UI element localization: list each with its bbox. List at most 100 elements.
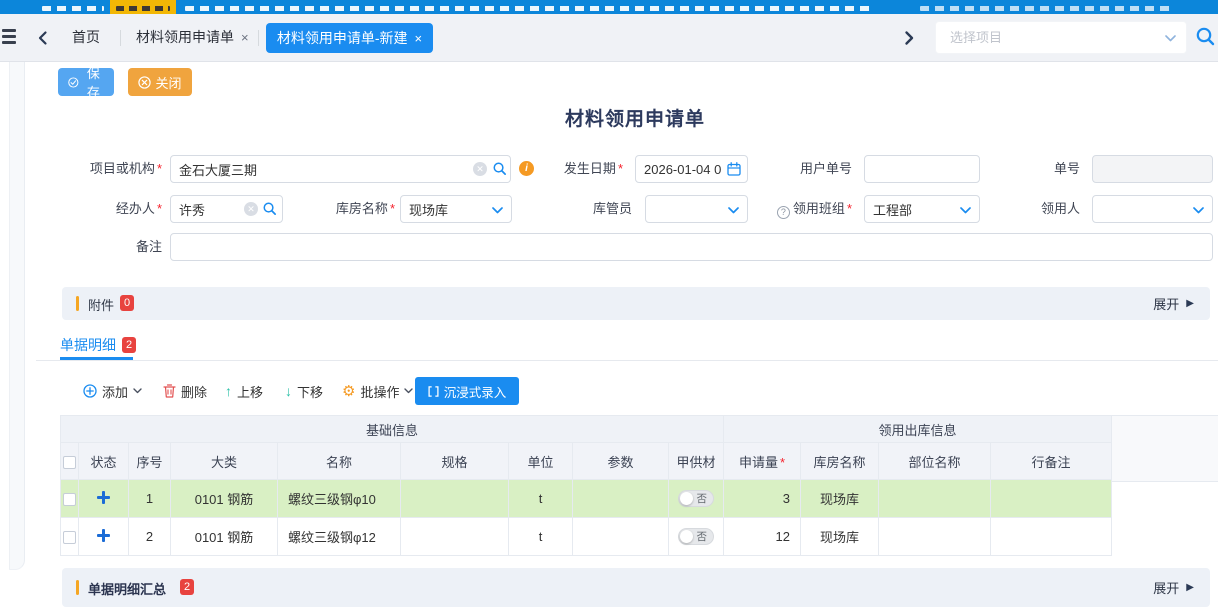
col-header-name: 名称 — [278, 443, 401, 480]
add-button-label: 添加 — [102, 382, 128, 401]
col-header-status: 状态 — [79, 443, 129, 480]
toggle-label: 否 — [697, 492, 708, 506]
col-header-seq: 序号 — [129, 443, 171, 480]
grid-column-header-row: 状态 序号 大类 名称 规格 单位 参数 甲供材 申请量* 库房名称 部位名称 … — [61, 443, 1112, 480]
attachments-section: 附件 0 展开 ▶ — [62, 287, 1210, 320]
immersive-entry-label: 沉浸式录入 — [444, 382, 507, 401]
col-header-row-remark: 行备注 — [991, 443, 1112, 480]
tab-detail-label: 单据明细 — [60, 335, 116, 355]
chevron-down-icon — [1193, 207, 1204, 214]
expand-label: 展开 — [1153, 294, 1179, 313]
remark-input[interactable] — [170, 233, 1213, 261]
plus-status-icon[interactable] — [97, 491, 110, 504]
doc-no-input — [1092, 155, 1213, 183]
move-down-label: 下移 — [297, 382, 323, 401]
immersive-entry-button[interactable]: 沉浸式录入 — [415, 377, 519, 405]
keeper-select[interactable] — [645, 195, 748, 223]
tab-close-icon[interactable]: × — [241, 30, 249, 45]
toggle-knob — [680, 492, 693, 505]
attachments-expand-button[interactable]: 展开 ▶ — [1153, 287, 1194, 320]
cell-warehouse: 现场库 — [801, 480, 879, 518]
save-button-label: 保存 — [83, 63, 104, 101]
row-checkbox[interactable] — [63, 493, 76, 506]
row-select-cell — [61, 480, 79, 518]
delete-button-label: 删除 — [181, 382, 207, 401]
move-down-button[interactable]: ↓ 下移 — [285, 377, 323, 405]
clear-icon[interactable]: ✕ — [244, 202, 258, 216]
user-no-input[interactable] — [864, 155, 980, 183]
col-header-param: 参数 — [573, 443, 669, 480]
section-accent-bar — [76, 580, 79, 595]
cell-unit: t — [509, 480, 573, 518]
date-label: 发生日期* — [545, 155, 623, 183]
tab-material-requisition-list[interactable]: 材料领用申请单 × — [136, 14, 249, 61]
menubar-clipped-text — [920, 6, 1170, 11]
close-button[interactable]: 关闭 — [128, 68, 192, 96]
menubar-highlighted-item[interactable] — [110, 0, 176, 14]
summary-expand-button[interactable]: 展开 ▶ — [1153, 568, 1194, 607]
row-status-cell — [79, 518, 129, 556]
clear-icon[interactable]: ✕ — [473, 162, 487, 176]
project-label: 项目或机构* — [60, 155, 162, 183]
search-icon[interactable] — [262, 201, 277, 216]
chevron-left-icon[interactable] — [37, 30, 49, 46]
delete-button[interactable]: 删除 — [163, 377, 207, 405]
select-all-checkbox[interactable] — [63, 456, 76, 469]
owner-supplied-toggle[interactable]: 否 — [678, 528, 714, 545]
row-checkbox[interactable] — [63, 531, 76, 544]
search-icon[interactable] — [1195, 26, 1215, 46]
info-icon[interactable]: i — [519, 161, 534, 176]
menubar-clipped-text — [185, 6, 875, 11]
col-header-spec: 规格 — [401, 443, 509, 480]
cell-qty[interactable]: 12 — [724, 518, 801, 556]
save-button[interactable]: 保存 — [58, 68, 114, 96]
chevron-right-icon[interactable] — [903, 30, 915, 46]
trash-icon — [163, 384, 176, 398]
plus-circle-icon — [83, 384, 97, 398]
cell-qty[interactable]: 3 — [724, 480, 801, 518]
col-header-category: 大类 — [171, 443, 278, 480]
warehouse-label: 库房名称* — [300, 195, 395, 223]
tab-detail[interactable]: 单据明细 2 — [60, 335, 136, 355]
collapsed-sidebar[interactable] — [9, 62, 25, 570]
col-header-unit: 单位 — [509, 443, 573, 480]
plus-status-icon[interactable] — [97, 529, 110, 542]
move-up-button[interactable]: ↑ 上移 — [225, 377, 263, 405]
batch-operation-button[interactable]: ⚙ 批操作 — [342, 377, 413, 405]
cell-category: 0101 钢筋 — [171, 480, 278, 518]
chevron-down-icon — [492, 207, 503, 214]
section-accent-bar — [76, 296, 79, 311]
handler-label: 经办人* — [60, 195, 162, 223]
col-header-warehouse: 库房名称 — [801, 443, 879, 480]
expand-label: 展开 — [1153, 578, 1179, 597]
cell-name: 螺纹三级钢φ10 — [278, 480, 401, 518]
project-select[interactable] — [935, 21, 1187, 54]
project-input[interactable] — [170, 155, 511, 183]
toggle-label: 否 — [697, 530, 708, 544]
tab-close-icon[interactable]: × — [415, 31, 423, 46]
cell-seq: 2 — [129, 518, 171, 556]
owner-supplied-toggle[interactable]: 否 — [678, 490, 714, 507]
cell-seq: 1 — [129, 480, 171, 518]
help-icon[interactable]: ? — [777, 206, 790, 219]
tab-material-requisition-new[interactable]: 材料领用申请单-新建× — [266, 23, 433, 53]
page-title: 材料领用申请单 — [60, 104, 1210, 131]
remark-label: 备注 — [60, 233, 162, 261]
calendar-icon[interactable] — [727, 162, 741, 176]
team-select[interactable]: 工程部 — [864, 195, 980, 223]
keeper-label: 库管员 — [548, 195, 632, 223]
group-basic-info: 基础信息 — [61, 416, 724, 443]
cell-spec — [401, 480, 509, 518]
tab-home[interactable]: 首页 — [72, 14, 100, 61]
search-icon[interactable] — [492, 161, 507, 176]
tab-label: 材料领用申请单 — [136, 29, 234, 45]
recipient-select[interactable] — [1092, 195, 1213, 223]
summary-section: 单据明细汇总 2 展开 ▶ — [62, 568, 1210, 607]
project-select-input[interactable] — [936, 22, 1186, 53]
warehouse-select[interactable]: 现场库 — [400, 195, 512, 223]
chevron-down-icon — [133, 388, 142, 394]
add-button[interactable]: 添加 — [83, 377, 142, 405]
hamburger-menu-icon[interactable] — [2, 29, 16, 45]
gear-icon: ⚙ — [342, 382, 355, 400]
batch-operation-label: 批操作 — [360, 382, 399, 401]
